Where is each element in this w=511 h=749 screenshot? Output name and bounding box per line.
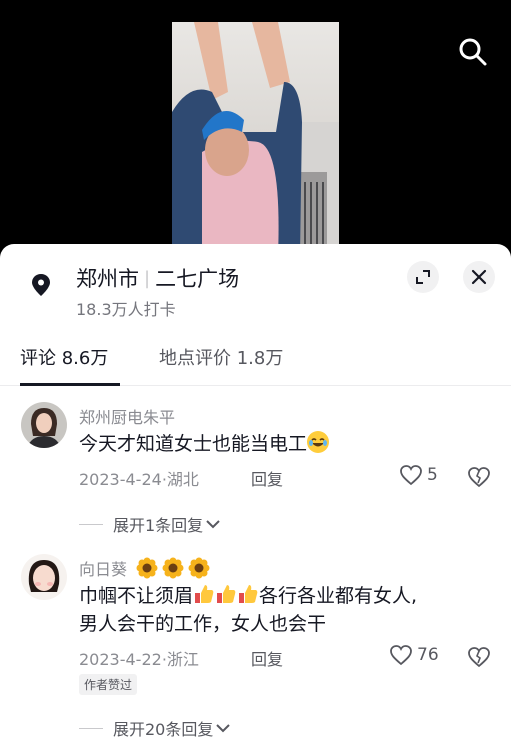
- like-button[interactable]: 76: [389, 644, 439, 666]
- search-button[interactable]: [457, 36, 489, 68]
- comment-username[interactable]: 向日葵: [79, 556, 210, 580]
- title-divider: |: [144, 268, 151, 289]
- expand-replies-label: 展开1条回复: [113, 516, 204, 535]
- like-count: 76: [417, 645, 439, 665]
- close-button[interactable]: [463, 261, 495, 293]
- thumbs-up-icon: [239, 585, 258, 603]
- reply-button[interactable]: 回复: [251, 466, 283, 490]
- rolling-laughing-face-icon: [307, 431, 330, 453]
- location-title[interactable]: 郑州市 | 二七广场: [76, 263, 239, 293]
- comment-meta: 2023-4-24·湖北: [79, 466, 199, 490]
- sunflower-icon: [188, 557, 210, 579]
- tab-bar: 评论 8.6万 地点评价 1.8万: [0, 334, 511, 386]
- reply-button[interactable]: 回复: [251, 646, 283, 670]
- like-button[interactable]: 5: [399, 464, 438, 486]
- tab-place-reviews[interactable]: 地点评价 1.8万: [159, 344, 283, 370]
- location-header[interactable]: 郑州市 | 二七广场 18.3万人打卡: [0, 244, 511, 324]
- comment-username[interactable]: 郑州厨电朱平: [79, 404, 175, 428]
- comment-text: 巾帼不让须眉 各行各业都有女人, 男人会干的工作，女人也会干: [79, 582, 499, 638]
- heart-icon: [400, 465, 422, 486]
- expand-divider: [79, 523, 103, 525]
- chevron-down-icon: [216, 724, 231, 733]
- video-frame: [172, 22, 339, 256]
- comment-item: 郑州厨电朱平 今天才知道女士也能当电工 2023-4-24·湖北 回复 5 展开…: [0, 398, 511, 538]
- comment-meta: 2023-4-22·浙江: [79, 646, 199, 670]
- video-player[interactable]: [0, 0, 511, 256]
- heart-icon: [390, 645, 412, 666]
- checkin-count: 18.3万人打卡: [76, 300, 176, 319]
- expand-replies[interactable]: 展开20条回复: [79, 716, 231, 740]
- chevron-down-icon: [206, 520, 220, 529]
- dislike-button[interactable]: [466, 465, 492, 489]
- expand-icon: [416, 270, 430, 284]
- comment-body-part-1: 巾帼不让须眉: [79, 585, 194, 607]
- author-liked-badge: 作者赞过: [79, 674, 138, 695]
- search-icon: [459, 38, 487, 66]
- avatar[interactable]: [21, 554, 67, 600]
- like-count: 5: [427, 465, 438, 485]
- location-pin-icon: [28, 272, 54, 298]
- expand-replies-label: 展开20条回复: [113, 720, 214, 739]
- tab-comments[interactable]: 评论 8.6万: [20, 344, 108, 370]
- username-text: 向日葵: [79, 560, 128, 579]
- expand-replies[interactable]: 展开1条回复: [79, 512, 221, 536]
- expand-divider: [79, 727, 103, 729]
- comments-sheet: 郑州市 | 二七广场 18.3万人打卡 评论 8.6万 地点评价 1.8万 郑州…: [0, 244, 511, 749]
- comment-text: 今天才知道女士也能当电工: [79, 430, 499, 458]
- comment-line-2: 男人会干的工作，女人也会干: [79, 613, 327, 635]
- sunflower-icon: [136, 557, 158, 579]
- active-tab-indicator: [20, 383, 120, 386]
- location-place: 二七广场: [155, 267, 240, 291]
- comment-date: 2023-4-24: [79, 470, 162, 489]
- broken-heart-icon: [468, 647, 490, 668]
- comment-item: 向日葵 巾帼不让须眉 各行各业都有女人, 男人会干的工作，女人也会干 2023-4…: [0, 548, 511, 749]
- comment-region: 湖北: [166, 470, 199, 489]
- thumbs-up-icon: [217, 585, 236, 603]
- comment-region: 浙江: [166, 650, 199, 669]
- location-city: 郑州市: [76, 267, 139, 291]
- thumbs-up-icon: [195, 585, 214, 603]
- comment-body-part-2: 各行各业都有女人,: [259, 585, 418, 607]
- dislike-button[interactable]: [466, 645, 492, 669]
- expand-button[interactable]: [407, 261, 439, 293]
- broken-heart-icon: [468, 467, 490, 488]
- comment-body: 今天才知道女士也能当电工: [79, 433, 308, 455]
- avatar[interactable]: [21, 402, 67, 448]
- comment-line-1: 巾帼不让须眉 各行各业都有女人,: [79, 582, 499, 610]
- video-still-image: [172, 22, 339, 256]
- close-icon: [471, 269, 487, 285]
- sunflower-icon: [162, 557, 184, 579]
- comment-date: 2023-4-22: [79, 650, 162, 669]
